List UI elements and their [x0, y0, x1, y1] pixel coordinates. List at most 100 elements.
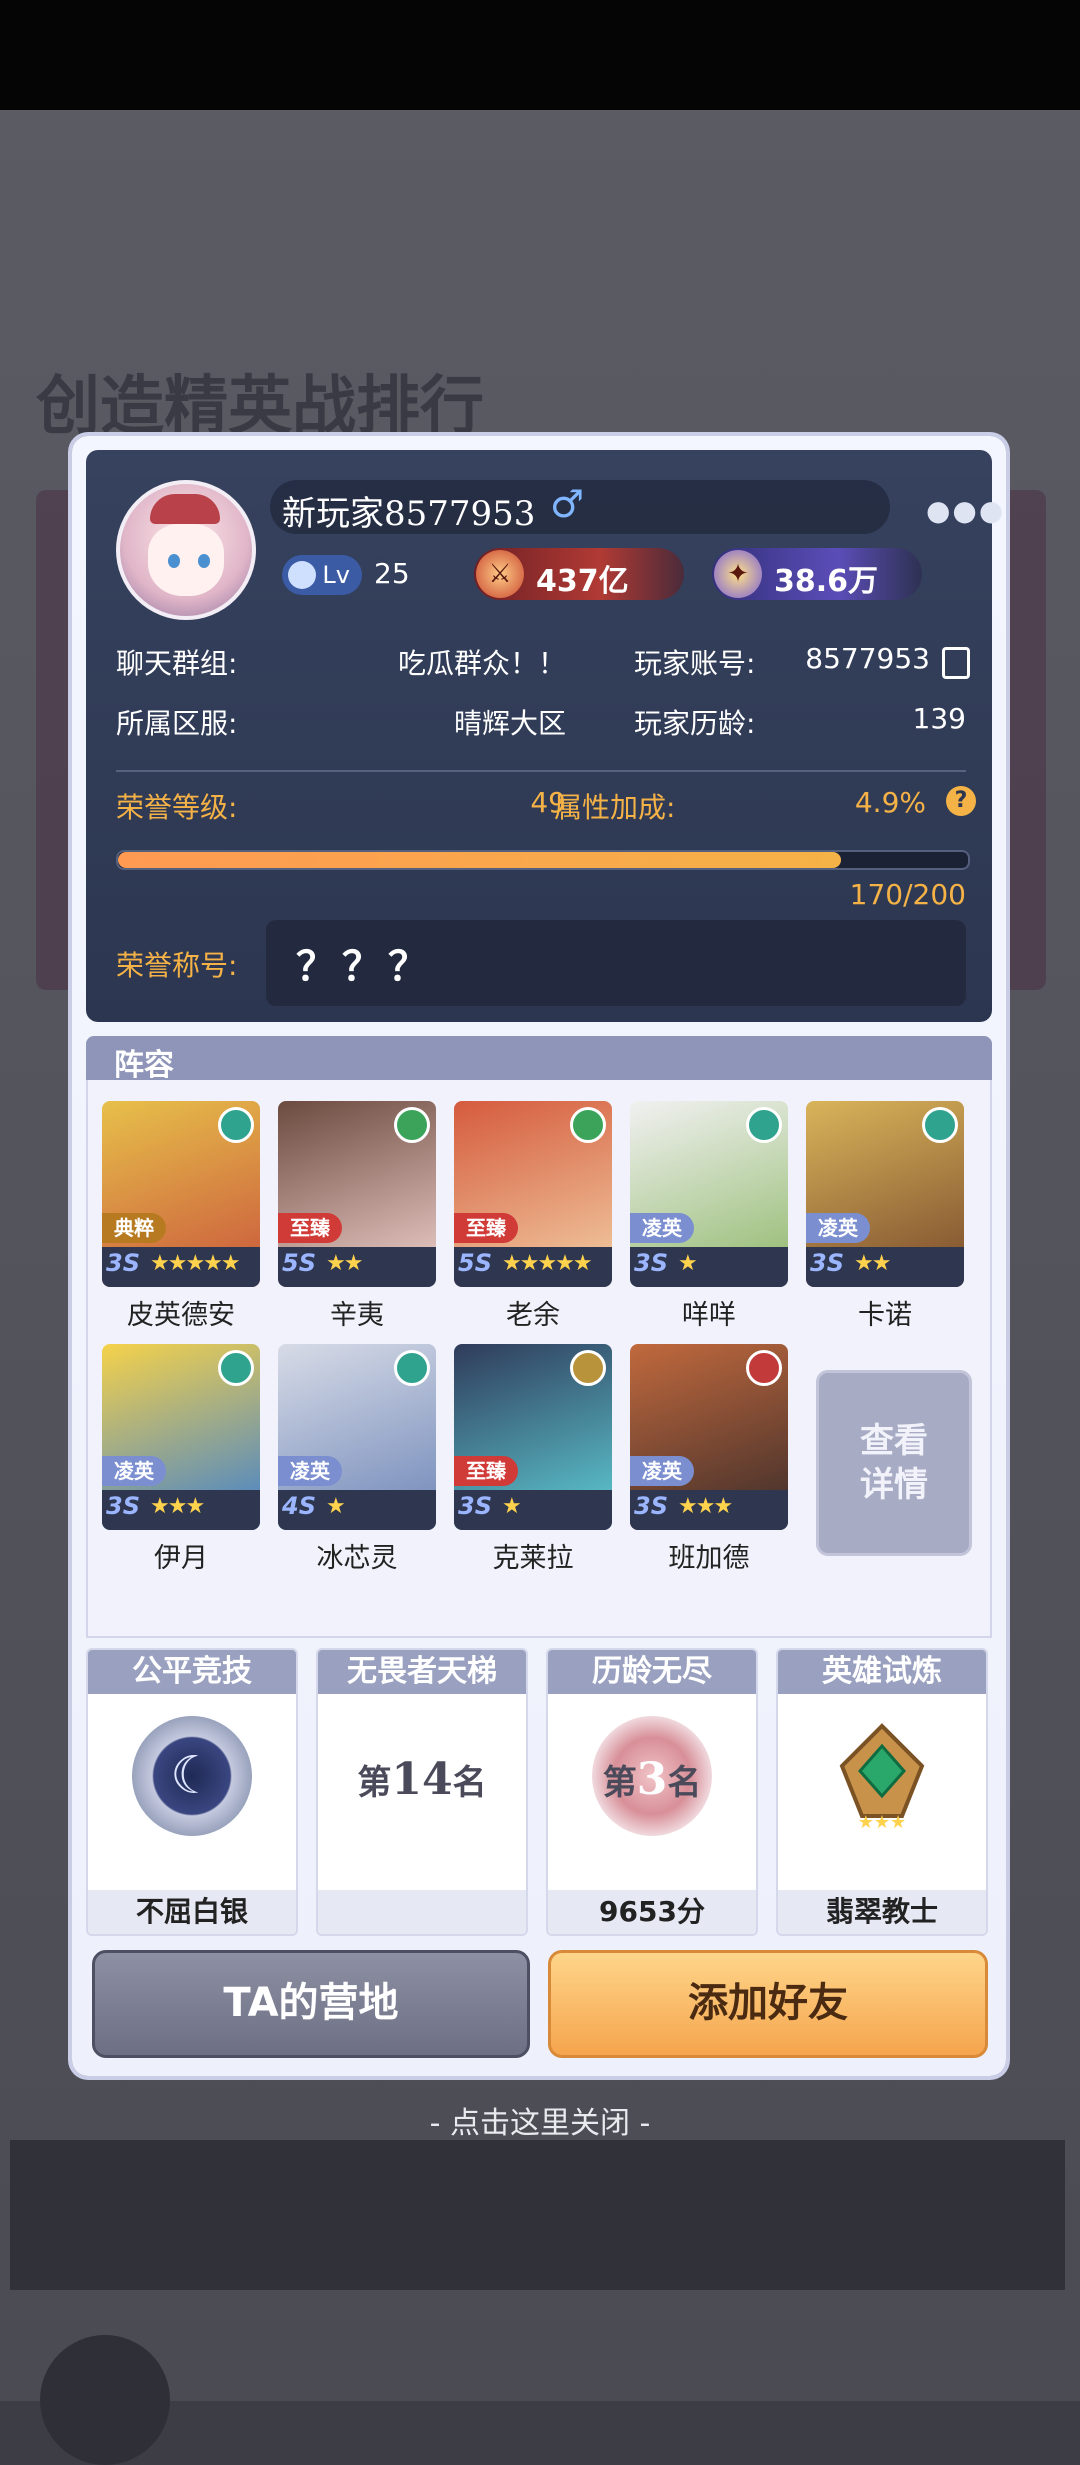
hero-name: 克莱拉	[492, 1543, 574, 1574]
power-icon: ⚔	[476, 550, 524, 598]
view-details-button[interactable]: 查看 详情	[816, 1370, 972, 1556]
hero-rarity-tag: 至臻	[278, 1213, 342, 1243]
rank-card-ladder[interactable]: 无畏者天梯 第14名	[316, 1648, 528, 1936]
help-icon[interactable]: ?	[946, 786, 976, 816]
hero-card[interactable]: 至臻 3S ★	[454, 1344, 612, 1530]
hero-card[interactable]: 凌英 3S ★★★	[630, 1344, 788, 1530]
hero-name: 伊月	[154, 1543, 208, 1574]
honor-progress-text: 170/200	[849, 878, 966, 911]
attr-bonus-label: 属性加成:	[554, 791, 676, 824]
hero-name: 皮英德安	[127, 1300, 235, 1331]
copy-icon[interactable]	[942, 647, 970, 679]
player-profile-dialog: 新玩家8577953 ♂ ●●● Lv 25 ⚔ 437亿 ✦ 38.6万 聊天…	[72, 436, 1006, 2076]
hero-grade: 3S	[106, 1492, 140, 1520]
rank-card-hero-trial[interactable]: 英雄试炼 ★★★ 翡翠教士	[776, 1648, 988, 1936]
honor-level-label: 荣誉等级:	[116, 791, 238, 824]
element-icon	[570, 1107, 606, 1143]
hero-rarity-tag: 至臻	[454, 1213, 518, 1243]
honor-title-label: 荣誉称号:	[116, 949, 238, 982]
rank-position: 第3名	[602, 1754, 702, 1805]
rank-card-value: 不屈白银	[88, 1890, 296, 1934]
hero-card[interactable]: 凌英 3S ★★	[806, 1101, 964, 1287]
rank-card-title: 英雄试炼	[778, 1650, 986, 1694]
svg-text:★★★: ★★★	[858, 1812, 906, 1833]
hero-rarity-tag: 凌英	[630, 1213, 694, 1243]
status-bar	[0, 0, 1080, 110]
hero-grade: 3S	[634, 1492, 668, 1520]
hero-rarity-tag: 凌英	[102, 1456, 166, 1486]
combat-power-value: 437亿	[536, 564, 629, 599]
hero-name: 老余	[506, 1300, 560, 1331]
element-icon	[746, 1107, 782, 1143]
hero-card[interactable]: 凌英 3S ★★★	[102, 1344, 260, 1530]
element-icon	[746, 1350, 782, 1386]
element-icon	[218, 1350, 254, 1386]
male-icon: ♂	[550, 482, 585, 526]
element-icon	[218, 1107, 254, 1143]
honor-progress-bar	[116, 850, 970, 870]
element-icon	[922, 1107, 958, 1143]
hero-name: 辛夷	[330, 1300, 384, 1331]
avatar[interactable]	[116, 480, 256, 620]
honor-title-value: ？？？	[296, 944, 434, 990]
hero-name: 冰芯灵	[316, 1543, 398, 1574]
hero-card[interactable]: 典粹 3S ★★★★★	[102, 1101, 260, 1287]
silver-rank-emblem-icon: ☾	[132, 1716, 252, 1836]
star-currency-value: 38.6万	[774, 564, 879, 599]
lineup-title: 阵容	[114, 1048, 174, 1083]
rank-card-title: 历龄无尽	[548, 1650, 756, 1694]
background-list	[10, 2140, 1065, 2290]
account-value: 8577953	[805, 642, 930, 675]
more-options-icon[interactable]: ●●●	[926, 494, 1005, 527]
profile-panel: 新玩家8577953 ♂ ●●● Lv 25 ⚔ 437亿 ✦ 38.6万 聊天…	[86, 450, 1003, 1022]
player-name: 新玩家8577953	[282, 494, 536, 534]
star-icon: ✦	[714, 550, 762, 598]
hero-grade: 5S	[458, 1249, 492, 1277]
hero-grade: 3S	[458, 1492, 492, 1520]
add-friend-button[interactable]: 添加好友	[548, 1950, 988, 2058]
hero-stars: ★★★	[678, 1494, 733, 1519]
hero-stars: ★★★	[150, 1494, 205, 1519]
hero-stars: ★	[326, 1494, 346, 1519]
honor-progress-fill	[118, 852, 841, 868]
background-title: 创造精英战排行	[36, 369, 484, 444]
hero-name: 咩咩	[682, 1300, 736, 1331]
rank-card-value: 9653分	[548, 1890, 756, 1934]
hero-name: 班加德	[668, 1543, 750, 1574]
attr-bonus-value: 4.9%	[854, 786, 926, 819]
view-camp-button[interactable]: TA的营地	[92, 1950, 530, 2058]
rank-card-value	[318, 1890, 526, 1934]
hero-card[interactable]: 凌英 4S ★	[278, 1344, 436, 1530]
hero-card[interactable]: 凌英 3S ★	[630, 1101, 788, 1287]
hero-rarity-tag: 凌英	[278, 1456, 342, 1486]
star-currency-badge: ✦ 38.6万	[712, 548, 922, 600]
level-value: 25	[374, 557, 410, 590]
hero-card[interactable]: 至臻 5S ★★★★★	[454, 1101, 612, 1287]
view-details-label: 查看 详情	[860, 1421, 928, 1505]
hero-rarity-tag: 至臻	[454, 1456, 518, 1486]
rank-card-fair-arena[interactable]: 公平竞技 ☾ 不屈白银	[86, 1648, 298, 1936]
hero-card[interactable]: 至臻 5S ★★	[278, 1101, 436, 1287]
honor-level-value: 49	[530, 786, 566, 819]
hero-stars: ★★	[326, 1251, 363, 1276]
close-hint[interactable]: - 点击这里关闭 -	[0, 2098, 1080, 2142]
hero-stars: ★★★★★	[502, 1251, 593, 1276]
back-button[interactable]	[40, 2335, 170, 2465]
hero-rarity-tag: 凌英	[806, 1213, 870, 1243]
hero-stars: ★★★★★	[150, 1251, 241, 1276]
divider	[116, 770, 966, 772]
rank-card-endless[interactable]: 历龄无尽 第3名 9653分	[546, 1648, 758, 1936]
rank-position: 第14名	[357, 1754, 487, 1805]
age-value: 139	[912, 702, 966, 735]
hero-rarity-tag: 典粹	[102, 1213, 166, 1243]
element-icon	[394, 1350, 430, 1386]
hero-stars: ★★	[854, 1251, 891, 1276]
element-icon	[394, 1107, 430, 1143]
hero-stars: ★	[502, 1494, 522, 1519]
hero-grade: 3S	[810, 1249, 844, 1277]
hero-rarity-tag: 凌英	[630, 1456, 694, 1486]
emerald-crown-icon: ★★★	[839, 1723, 925, 1833]
hero-stars: ★	[678, 1251, 698, 1276]
rank-card-title: 无畏者天梯	[318, 1650, 526, 1694]
chat-group-value: 吃瓜群众！！	[397, 647, 566, 680]
